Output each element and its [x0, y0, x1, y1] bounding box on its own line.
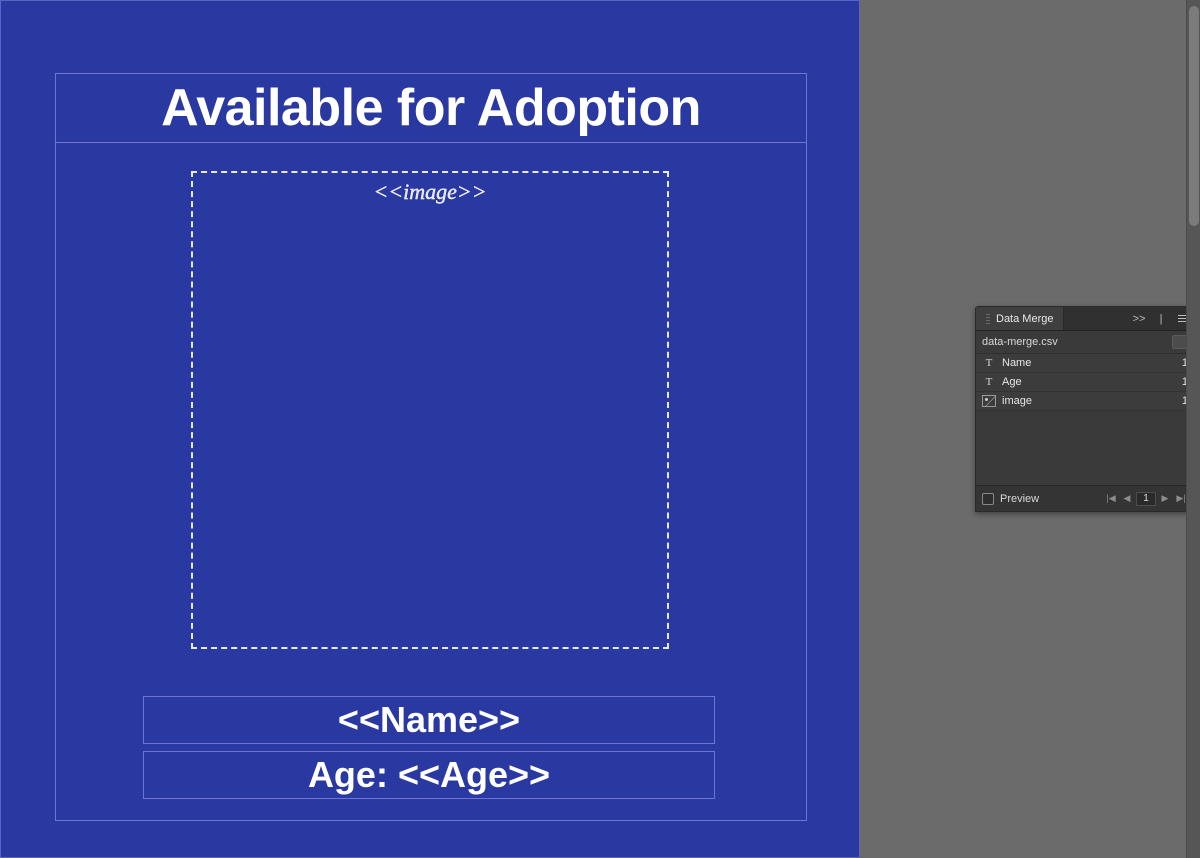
- vertical-scrollbar[interactable]: [1186, 0, 1200, 858]
- title-text-frame[interactable]: Available for Adoption: [55, 73, 807, 143]
- pasteboard-area: Data Merge >> | data-merge.csv T Name 1 …: [860, 0, 1200, 858]
- merge-field-row[interactable]: T Age 1: [976, 373, 1194, 392]
- merge-fields-list: T Name 1 T Age 1 image 1: [976, 354, 1194, 411]
- panel-empty-area: [976, 411, 1194, 485]
- panel-grip-icon: [986, 314, 990, 324]
- data-source-bar: data-merge.csv: [976, 331, 1194, 354]
- preview-label: Preview: [1000, 493, 1104, 505]
- record-pager: |◀ ◀ 1 ▶ ▶|: [1104, 492, 1188, 506]
- title-text: Available for Adoption: [161, 78, 701, 138]
- panel-tabbar: Data Merge >> |: [976, 307, 1194, 331]
- merge-field-row[interactable]: image 1: [976, 392, 1194, 411]
- document-canvas[interactable]: Available for Adoption <<image>> <<Name>…: [0, 0, 860, 858]
- merge-field-label: Name: [1002, 357, 1178, 369]
- scrollbar-thumb[interactable]: [1189, 6, 1199, 226]
- name-merge-text: <<Name>>: [338, 699, 520, 741]
- next-record-button[interactable]: ▶: [1158, 492, 1172, 506]
- panel-divider: |: [1150, 307, 1172, 330]
- preview-checkbox[interactable]: [982, 493, 994, 505]
- merge-field-row[interactable]: T Name 1: [976, 354, 1194, 373]
- record-number-field[interactable]: 1: [1136, 492, 1156, 506]
- image-field-icon: [982, 395, 996, 407]
- page[interactable]: Available for Adoption <<image>> <<Name>…: [0, 0, 860, 858]
- panel-collapse-button[interactable]: >>: [1128, 307, 1150, 330]
- chevron-right-icon: >>: [1133, 313, 1146, 325]
- age-merge-text: Age: <<Age>>: [308, 754, 550, 796]
- panel-tab-label: Data Merge: [996, 313, 1053, 325]
- merge-field-label: Age: [1002, 376, 1178, 388]
- name-text-frame[interactable]: <<Name>>: [143, 696, 715, 744]
- data-merge-panel[interactable]: Data Merge >> | data-merge.csv T Name 1 …: [975, 306, 1195, 512]
- data-source-filename: data-merge.csv: [982, 336, 1172, 348]
- image-placeholder-frame[interactable]: <<image>>: [191, 171, 669, 649]
- panel-footer: Preview |◀ ◀ 1 ▶ ▶|: [976, 485, 1194, 511]
- first-record-button[interactable]: |◀: [1104, 492, 1118, 506]
- panel-tab-data-merge[interactable]: Data Merge: [976, 307, 1064, 330]
- image-placeholder-label: <<image>>: [373, 179, 486, 205]
- text-field-icon: T: [982, 357, 996, 369]
- age-text-frame[interactable]: Age: <<Age>>: [143, 751, 715, 799]
- text-field-icon: T: [982, 376, 996, 388]
- merge-field-label: image: [1002, 395, 1178, 407]
- prev-record-button[interactable]: ◀: [1120, 492, 1134, 506]
